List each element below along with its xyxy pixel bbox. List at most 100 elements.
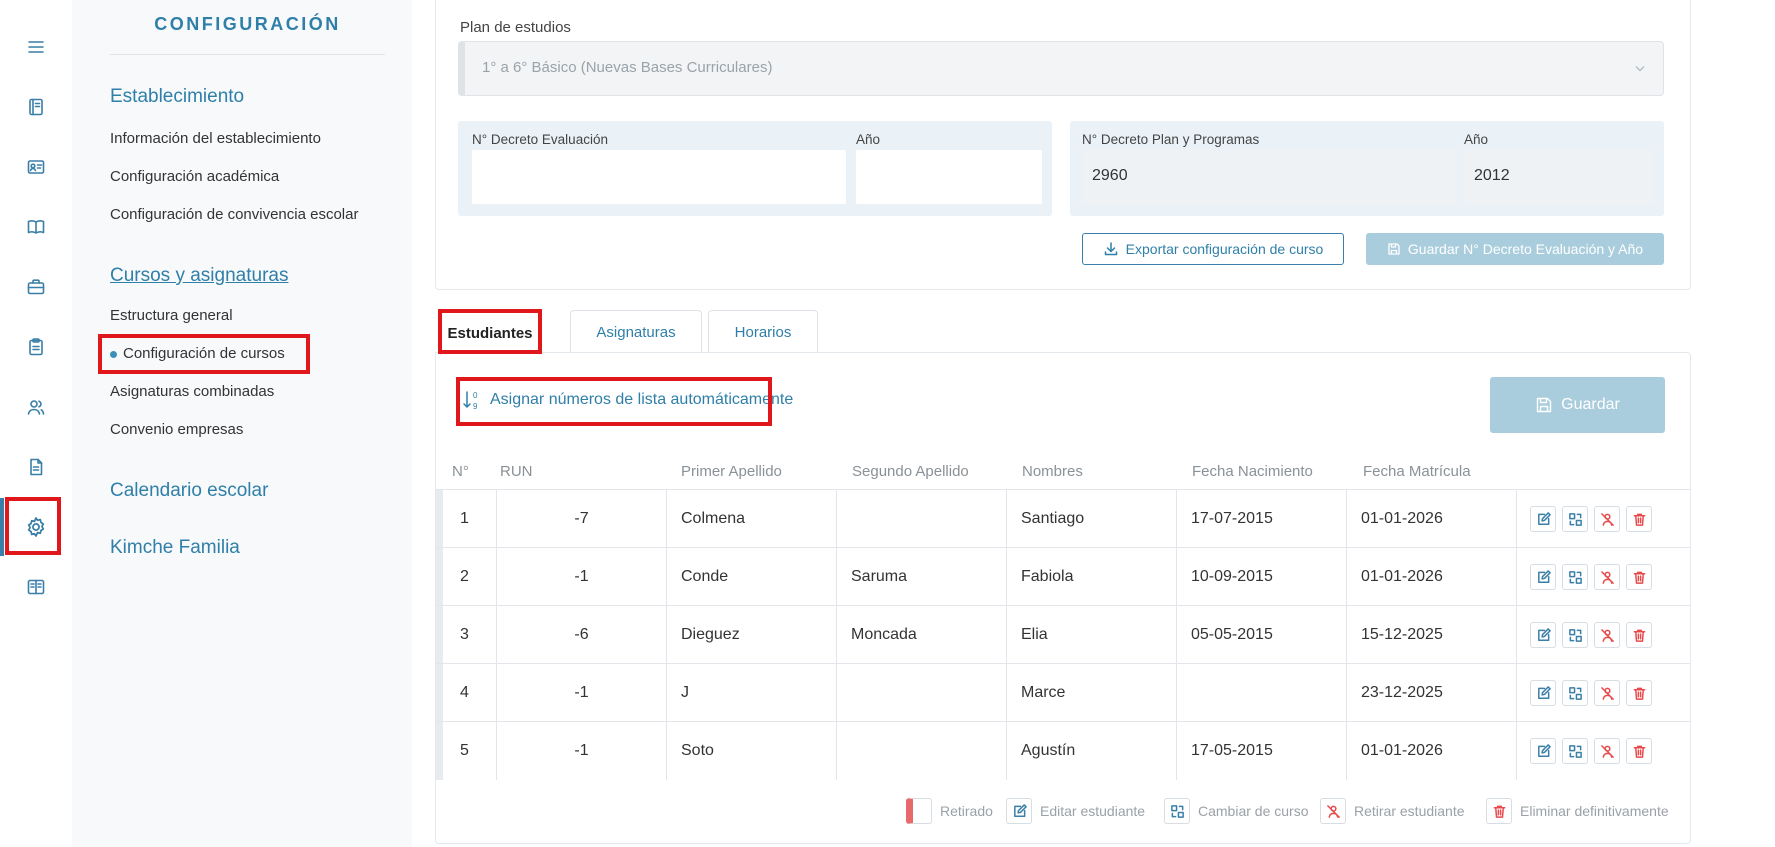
sidebar-group-calendario[interactable]: Calendario escolar (110, 480, 268, 502)
cell-nombres: Agustín (1006, 722, 1176, 780)
sidebar-group-establecimiento[interactable]: Establecimiento (110, 86, 244, 108)
cell-nacimiento (1176, 664, 1346, 722)
trash-icon (1486, 798, 1512, 824)
withdraw-student-button[interactable] (1594, 680, 1620, 706)
plan-select[interactable]: 1° a 6° Básico (Nuevas Bases Curriculare… (458, 41, 1664, 96)
tab-horarios[interactable]: Horarios (708, 310, 818, 354)
legend-retirado: Retirado (906, 798, 993, 824)
trash-icon (1633, 745, 1645, 758)
decreto-eval-input[interactable] (472, 150, 846, 204)
cell-apellido1: Conde (666, 548, 836, 606)
legend-editar-label: Editar estudiante (1040, 803, 1146, 819)
change-course-button[interactable] (1562, 622, 1588, 648)
withdraw-student-button[interactable] (1594, 506, 1620, 532)
col-header-n: N° (452, 463, 469, 480)
sidebar-item-informacion[interactable]: Información del establecimiento (110, 130, 321, 147)
change-course-button[interactable] (1562, 564, 1588, 590)
retirado-swatch (906, 798, 932, 824)
menu-icon[interactable] (14, 25, 58, 69)
edit-student-button[interactable] (1530, 680, 1556, 706)
table-row: 4 -1 J Marce 23-12-2025 (436, 663, 1690, 722)
gradebook-icon[interactable] (14, 85, 58, 129)
book-icon[interactable] (14, 205, 58, 249)
floppy-icon (1536, 397, 1552, 413)
sidebar-group-cursos[interactable]: Cursos y asignaturas (110, 265, 288, 287)
icon-rail (0, 0, 72, 847)
decreto-eval-label: N° Decreto Evaluación (472, 132, 608, 147)
trash-icon (1633, 687, 1645, 700)
export-config-label: Exportar configuración de curso (1125, 241, 1324, 257)
change-course-button[interactable] (1562, 738, 1588, 764)
book-open-icon[interactable] (14, 565, 58, 609)
edit-icon (1537, 627, 1551, 641)
briefcase-icon[interactable] (14, 265, 58, 309)
chevron-down-icon (1635, 66, 1645, 72)
edit-student-button[interactable] (1530, 564, 1556, 590)
withdraw-student-button[interactable] (1594, 564, 1620, 590)
change-course-button[interactable] (1562, 506, 1588, 532)
users-icon[interactable] (14, 385, 58, 429)
delete-student-button[interactable] (1626, 564, 1652, 590)
tab-asignaturas[interactable]: Asignaturas (570, 310, 702, 354)
save-students-button[interactable]: Guardar (1490, 377, 1665, 433)
edit-icon (1537, 511, 1551, 525)
edit-student-button[interactable] (1530, 622, 1556, 648)
id-card-icon[interactable] (14, 145, 58, 189)
save-decreto-button[interactable]: Guardar N° Decreto Evaluación y Año (1366, 233, 1664, 265)
sidebar-item-convenio[interactable]: Convenio empresas (110, 421, 243, 438)
anio-eval-label: Año (856, 132, 881, 147)
withdraw-student-button[interactable] (1594, 622, 1620, 648)
anio-eval-input[interactable] (856, 150, 1042, 204)
cell-apellido1: Colmena (666, 490, 836, 548)
export-config-button[interactable]: Exportar configuración de curso (1082, 233, 1344, 265)
legend-retirar: Retirar estudiante (1320, 798, 1465, 824)
table-row: 5 -1 Soto Agustín 17-05-2015 01-01-2026 (436, 721, 1690, 780)
cell-n: 5 (460, 742, 469, 759)
cell-nombres: Marce (1006, 664, 1176, 722)
cell-apellido1: Dieguez (666, 606, 836, 664)
cell-matricula: 23-12-2025 (1346, 664, 1516, 722)
sidebar-divider (110, 54, 385, 55)
delete-student-button[interactable] (1626, 738, 1652, 764)
swap-icon (1568, 512, 1582, 526)
col-header-matricula: Fecha Matrícula (1363, 463, 1471, 480)
swap-icon (1568, 570, 1582, 584)
cell-matricula: 15-12-2025 (1346, 606, 1516, 664)
clipboard-icon[interactable] (14, 325, 58, 369)
save-decreto-label: Guardar N° Decreto Evaluación y Año (1407, 241, 1644, 257)
edit-icon (1537, 685, 1551, 699)
cell-run: -6 (496, 606, 666, 664)
change-course-button[interactable] (1562, 680, 1588, 706)
delete-student-button[interactable] (1626, 680, 1652, 706)
cell-run: -1 (496, 722, 666, 780)
edit-student-button[interactable] (1530, 506, 1556, 532)
delete-student-button[interactable] (1626, 506, 1652, 532)
col-header-nacimiento: Fecha Nacimiento (1192, 463, 1313, 480)
sidebar-group-kimche[interactable]: Kimche Familia (110, 537, 240, 559)
delete-student-button[interactable] (1626, 622, 1652, 648)
legend-eliminar: Eliminar definitivamente (1486, 798, 1669, 824)
trash-icon (1633, 629, 1645, 642)
legend-retirar-label: Retirar estudiante (1354, 803, 1465, 819)
document-icon[interactable] (14, 445, 58, 489)
table-row: 3 -6 Dieguez Moncada Elia 05-05-2015 15-12-202… (436, 605, 1690, 664)
cell-n: 1 (460, 510, 469, 527)
cell-nombres: Elia (1006, 606, 1176, 664)
col-header-nombres: Nombres (1022, 463, 1083, 480)
sidebar-item-asignaturas-combinadas[interactable]: Asignaturas combinadas (110, 383, 274, 400)
legend-cambiar: Cambiar de curso (1164, 798, 1309, 824)
legend-editar: Editar estudiante (1006, 798, 1145, 824)
edit-student-button[interactable] (1530, 738, 1556, 764)
swap-icon (1568, 744, 1582, 758)
decreto-plan-label: N° Decreto Plan y Programas (1082, 132, 1260, 147)
sidebar-item-config-academica[interactable]: Configuración académica (110, 168, 279, 185)
col-header-apellido2: Segundo Apellido (852, 463, 969, 480)
col-header-run: RUN (500, 463, 533, 480)
sidebar-item-config-convivencia[interactable]: Configuración de convivencia escolar (110, 206, 358, 223)
cell-n: 2 (460, 568, 469, 585)
edit-icon (1537, 743, 1551, 757)
sidebar-item-estructura[interactable]: Estructura general (110, 307, 233, 324)
withdraw-student-button[interactable] (1594, 738, 1620, 764)
cell-nacimiento: 10-09-2015 (1176, 548, 1346, 606)
config-cursos-highlight-box (98, 334, 310, 374)
